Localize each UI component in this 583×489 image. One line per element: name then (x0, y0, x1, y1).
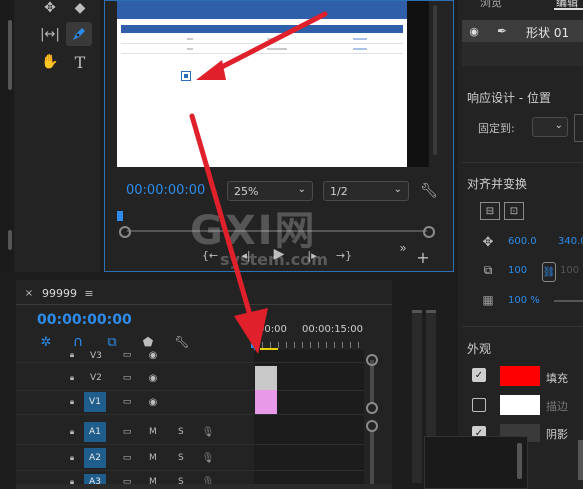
arrow-to-playhead (189, 113, 268, 354)
arrow-to-shape (196, 11, 328, 80)
annotation-arrows (189, 11, 328, 354)
